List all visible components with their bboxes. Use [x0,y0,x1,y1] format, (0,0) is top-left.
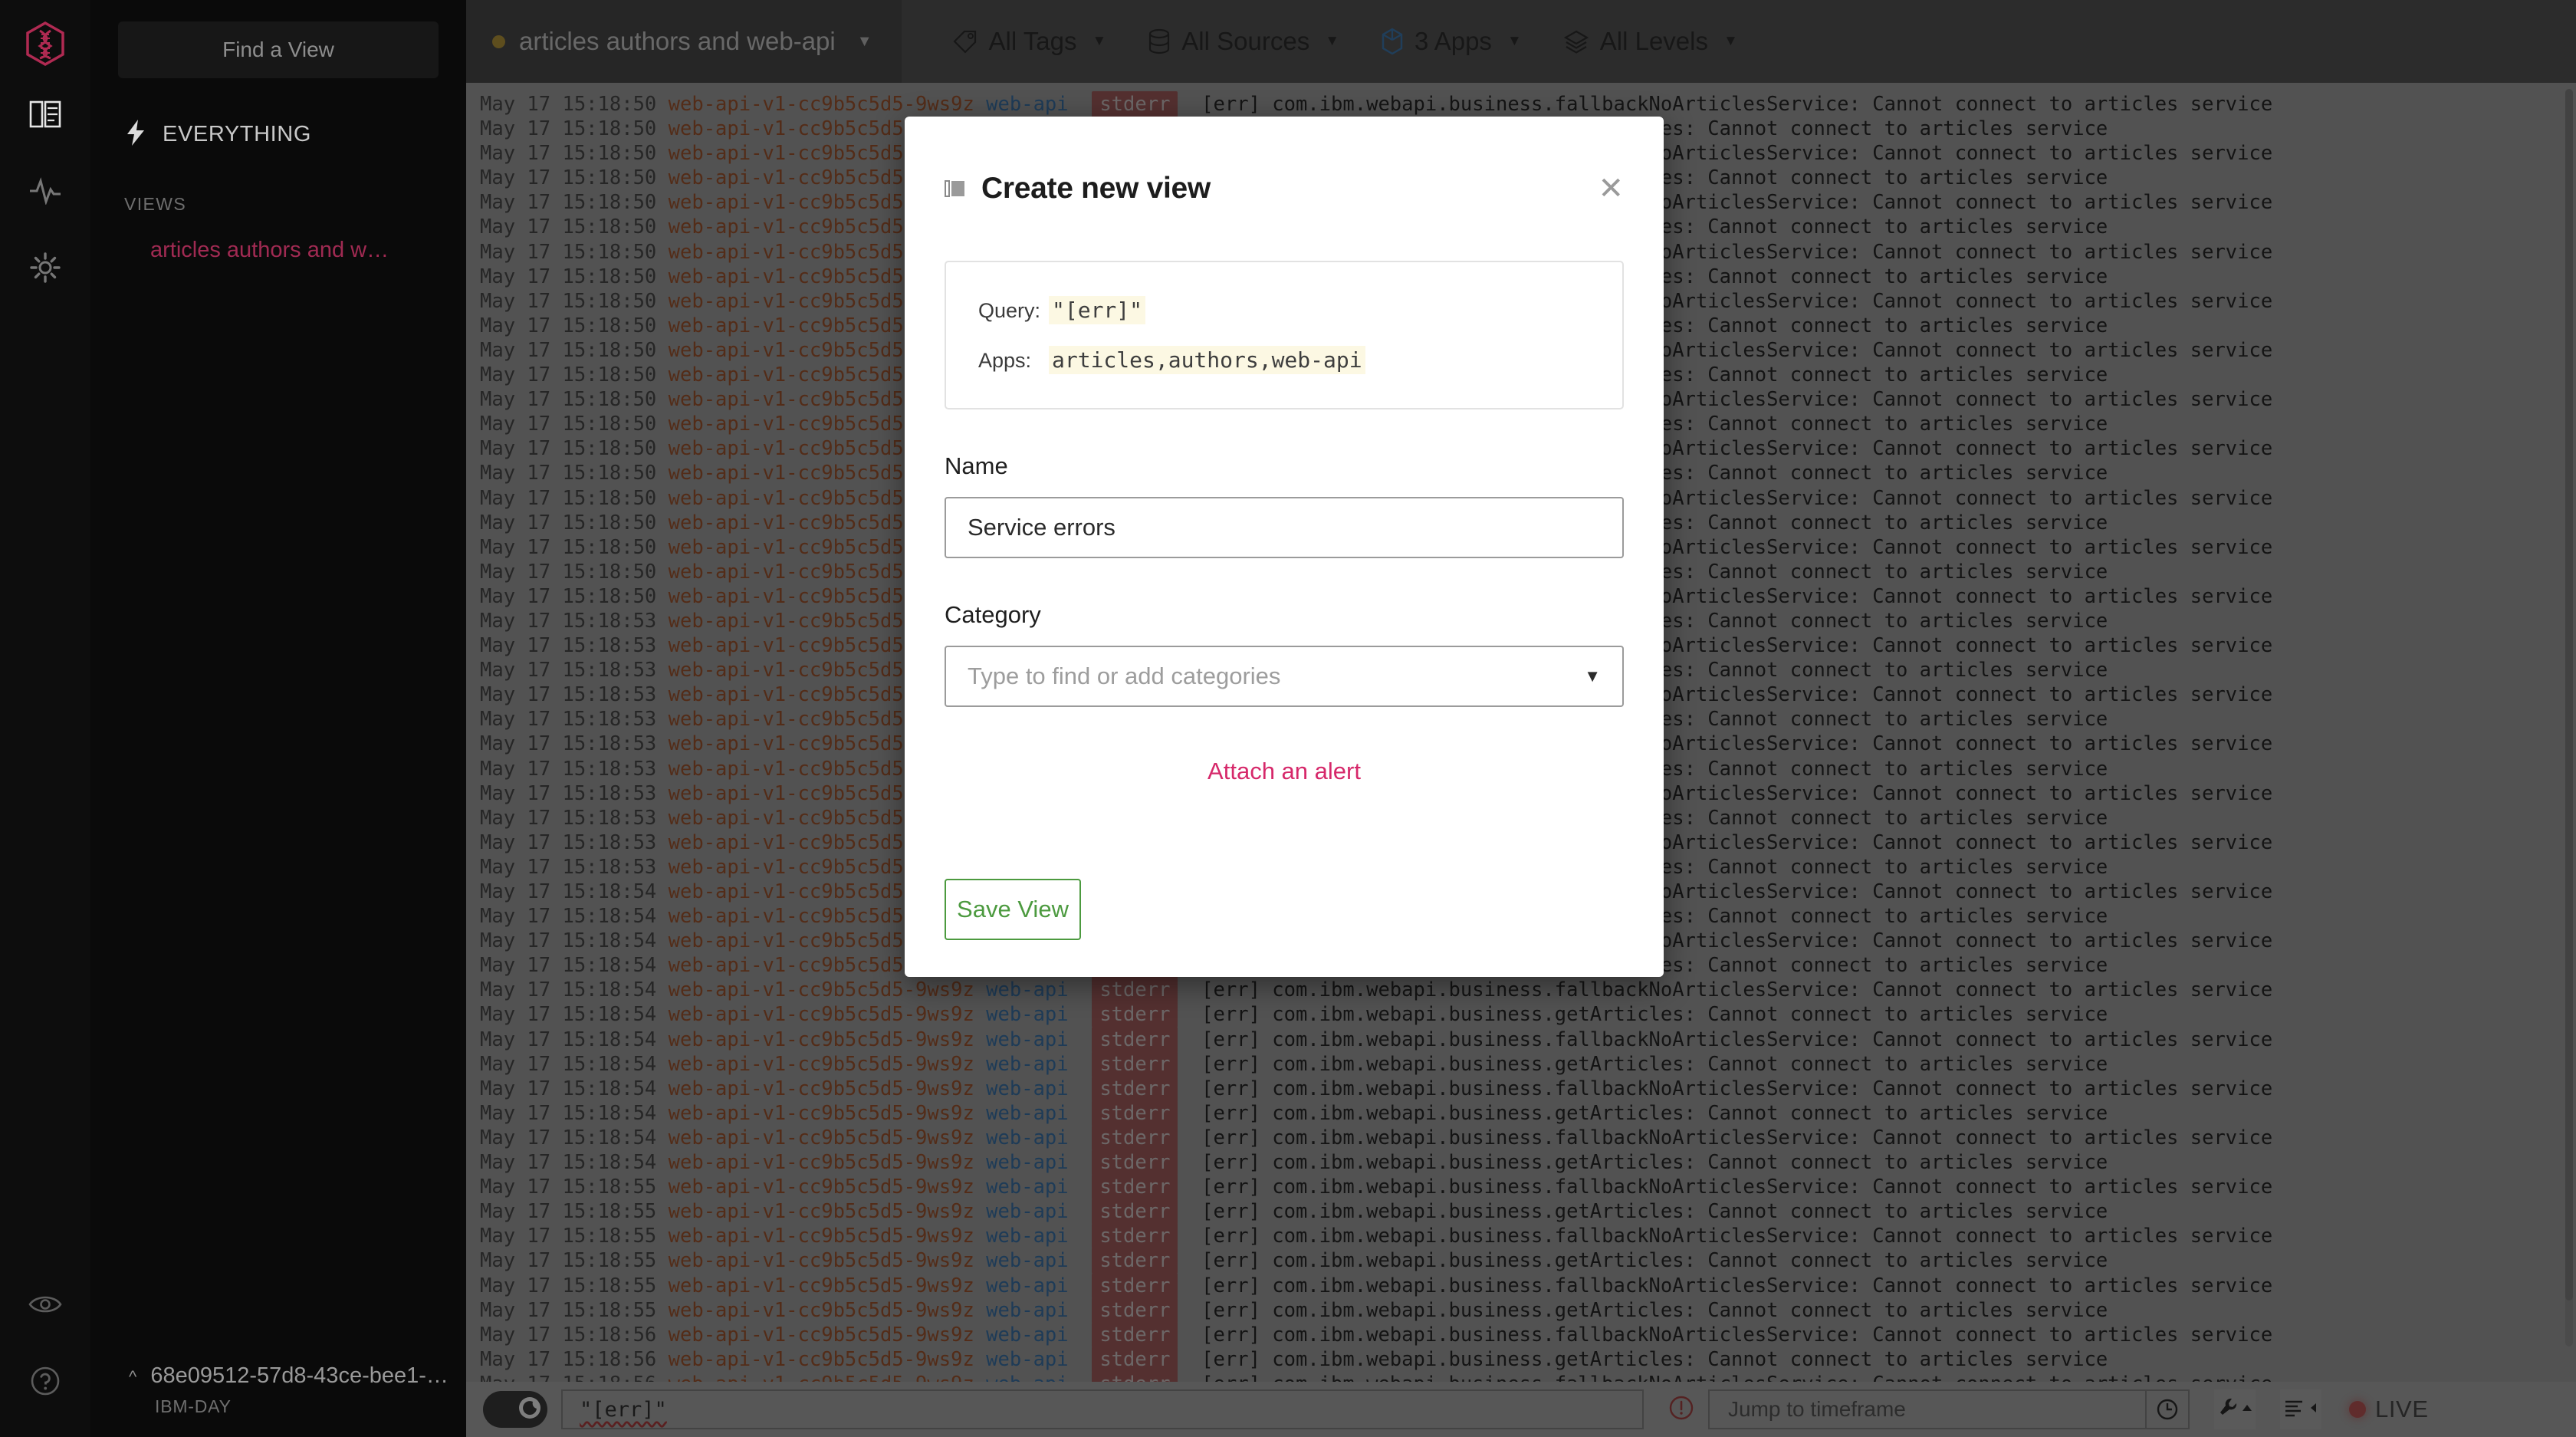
modal-title: Create new view [981,172,1211,205]
sidebar-view-item[interactable]: articles authors and w… [150,238,466,263]
name-input-value: Service errors [968,514,1116,541]
summary-value: "[err]" [1049,296,1146,324]
views-sidebar: Find a View EVERYTHING VIEWS articles au… [90,0,466,1437]
sidebar-item-everything[interactable]: EVERYTHING [124,118,466,151]
sidebar-item-help[interactable] [19,1354,71,1411]
account-id: 68e09512-57d8-43ce-bee1-… [150,1363,449,1388]
sidebar-item-views-panel[interactable] [19,87,71,144]
find-view-input[interactable]: Find a View [118,21,439,78]
pulse-icon [28,176,62,209]
views-section-header: VIEWS [124,194,187,214]
attach-alert-link[interactable]: Attach an alert [945,758,1624,785]
modal-header: Create new view ✕ [945,172,1624,206]
eye-icon [28,1293,62,1320]
category-select[interactable]: Type to find or add categories ▼ [945,646,1624,707]
save-view-button[interactable]: Save View [945,879,1081,940]
app-root: Find a View EVERYTHING VIEWS articles au… [0,0,2576,1437]
category-field-label: Category [945,601,1041,628]
category-placeholder: Type to find or add categories [968,663,1281,689]
summary-value: articles,authors,web-api [1049,346,1365,374]
query-summary-box: Query: "[err]" Apps: articles,authors,we… [945,261,1624,409]
question-circle-icon [30,1366,61,1400]
close-icon[interactable]: ✕ [1598,173,1624,204]
gear-icon [30,252,61,287]
name-input[interactable]: Service errors [945,497,1624,558]
summary-row-query: Query: "[err]" [978,296,1590,324]
everything-label: EVERYTHING [163,122,312,146]
bolt-icon [124,118,147,151]
icon-rail [0,0,90,1437]
chevron-up-icon: ^ [129,1367,137,1386]
sidebar-item-settings[interactable] [19,241,71,298]
columns-icon [29,100,61,133]
create-view-modal: Create new view ✕ Query: "[err]" Apps: a… [905,117,1664,977]
logdna-hex-logo[interactable] [21,20,69,67]
find-view-placeholder: Find a View [222,38,334,61]
summary-row-apps: Apps: articles,authors,web-api [978,346,1590,374]
view-panel-icon [945,179,966,199]
sidebar-item-activity[interactable] [19,164,71,221]
summary-key: Apps: [978,349,1032,372]
account-section[interactable]: ^ 68e09512-57d8-43ce-bee1-… IBM-DAY [90,1363,466,1417]
account-org: IBM-DAY [155,1396,232,1416]
name-field-label: Name [945,452,1008,479]
chevron-down-icon[interactable]: ▼ [1584,666,1601,686]
sidebar-item-preview[interactable] [19,1278,71,1334]
summary-key: Query: [978,299,1041,322]
